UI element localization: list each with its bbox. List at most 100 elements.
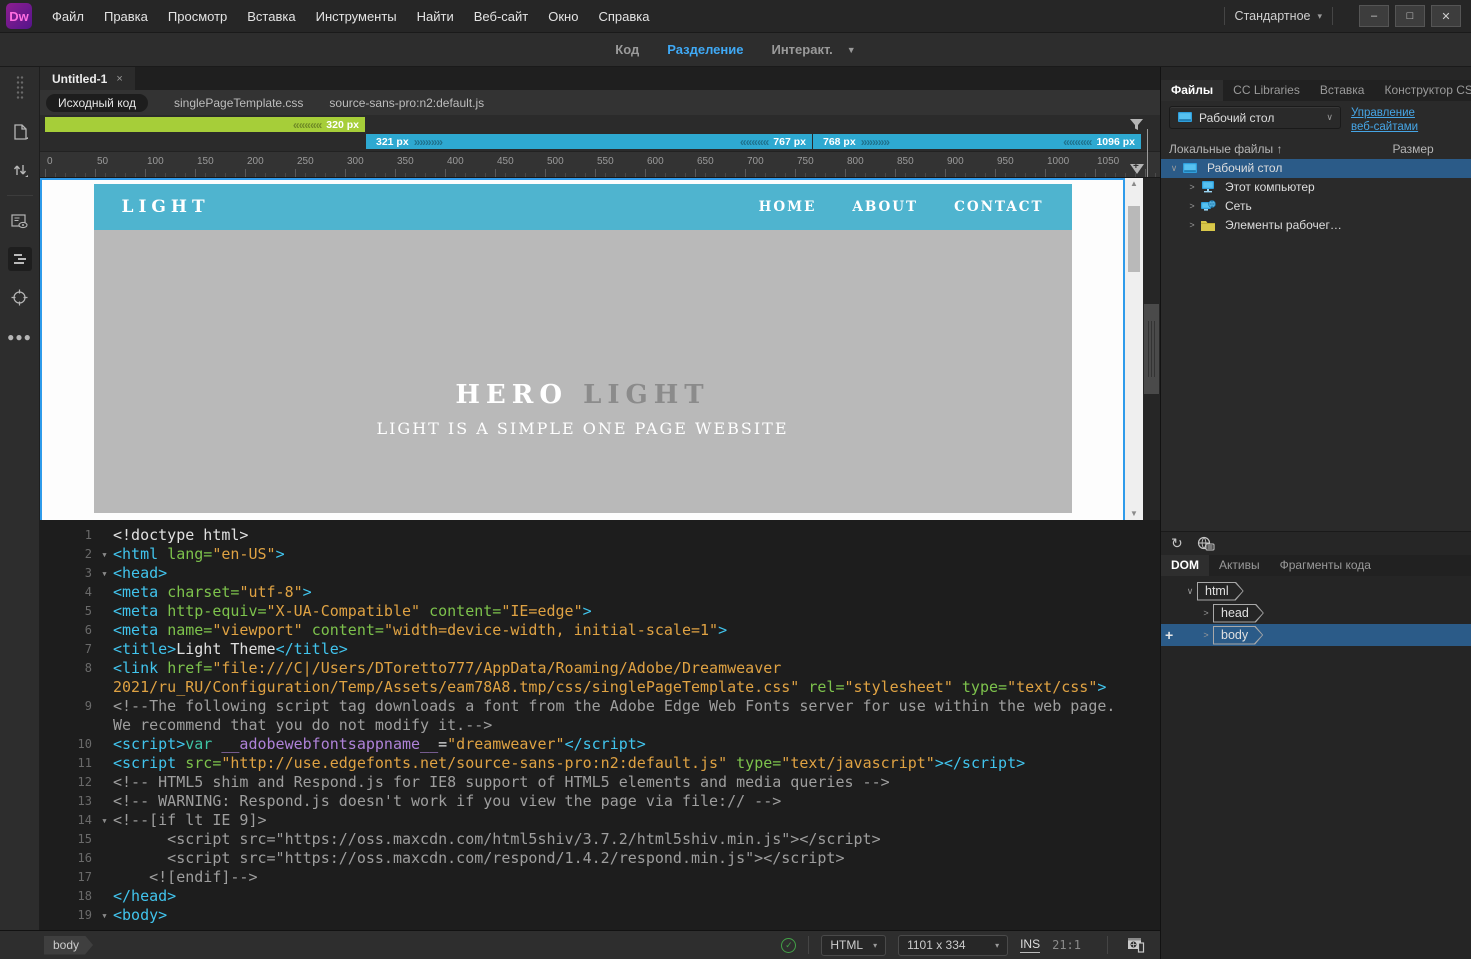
expand-arrow-icon[interactable]: > — [1199, 608, 1213, 618]
files-tree-item[interactable]: >Сеть — [1161, 197, 1471, 216]
related-file[interactable]: singlePageTemplate.css — [174, 96, 303, 110]
manage-sites-link[interactable]: Управление веб-сайтами — [1351, 106, 1418, 135]
menu-Инструменты[interactable]: Инструменты — [306, 0, 407, 33]
code-fold-icon[interactable]: ▼ — [96, 906, 113, 925]
live-code-inspect-icon[interactable] — [8, 209, 32, 233]
filter-funnel-icon[interactable] — [1129, 118, 1144, 131]
code-line[interactable]: 1<!doctype html> — [40, 526, 1160, 545]
code-line[interactable]: 16 <script src="https://oss.maxcdn.com/r… — [40, 849, 1160, 868]
site-select[interactable]: Рабочий стол ∨ — [1169, 106, 1341, 129]
open-documents-icon[interactable] — [8, 120, 32, 144]
code-fold-icon[interactable]: ▼ — [96, 545, 113, 564]
code-view[interactable]: 1<!doctype html>2▼<html lang="en-US">3▼<… — [40, 520, 1160, 930]
media-query-segment[interactable]: 321 px»»»»»«««««767 px — [366, 134, 812, 149]
design-vertical-scrollbar[interactable]: ▲ ▼ — [1125, 178, 1143, 520]
viewport-size-marker[interactable] — [1130, 164, 1144, 181]
menu-Веб-сайт[interactable]: Веб-сайт — [464, 0, 538, 33]
close-tab-icon[interactable]: × — [116, 73, 122, 85]
site-nav-link-home[interactable]: HOME — [759, 199, 817, 215]
window-size-select[interactable]: 1101 x 334 ▾ — [898, 935, 1008, 956]
collapse-arrow-icon[interactable]: ∨ — [1167, 163, 1181, 174]
site-hero[interactable]: HERO LIGHT LIGHT IS A SIMPLE ONE PAGE WE… — [94, 230, 1072, 513]
add-element-icon[interactable]: + — [1165, 627, 1173, 643]
dock-collapse-handle[interactable] — [1144, 304, 1159, 394]
code-line[interactable]: 14▼<!--[if lt IE 9]> — [40, 811, 1160, 830]
code-line[interactable]: 6<meta name="viewport" content="width=de… — [40, 621, 1160, 640]
view-mode-code[interactable]: Код — [615, 42, 639, 57]
collapse-arrow-icon[interactable]: ∨ — [1183, 586, 1197, 597]
menu-Вставка[interactable]: Вставка — [237, 0, 305, 33]
dom-tab-фрагменты-кода[interactable]: Фрагменты кода — [1270, 555, 1381, 576]
media-query-segment[interactable]: 768 px»»»»»«««««1096 px — [813, 134, 1141, 149]
expand-arrow-icon[interactable]: > — [1185, 220, 1199, 230]
menu-Окно[interactable]: Окно — [538, 0, 588, 33]
dom-tab-dom[interactable]: DOM — [1161, 555, 1209, 576]
server-files-icon[interactable] — [1197, 536, 1215, 551]
preview-in-browser-icon[interactable] — [1126, 936, 1146, 954]
code-line[interactable]: 19▼<body> — [40, 906, 1160, 925]
column-size[interactable]: Размер — [1392, 142, 1433, 156]
dom-tag-body[interactable]: body — [1213, 626, 1263, 645]
file-management-icon[interactable] — [8, 158, 32, 182]
code-line[interactable]: 18</head> — [40, 887, 1160, 906]
close-button[interactable]: ✕ — [1431, 5, 1461, 27]
code-line[interactable]: 13<!-- WARNING: Respond.js doesn't work … — [40, 792, 1160, 811]
menu-Просмотр[interactable]: Просмотр — [158, 0, 237, 33]
related-file[interactable]: Исходный код — [46, 94, 148, 112]
dom-tree-item[interactable]: >head — [1161, 602, 1471, 624]
files-tab-файлы[interactable]: Файлы — [1161, 80, 1223, 101]
view-mode-split[interactable]: Разделение — [667, 42, 743, 57]
code-line[interactable]: 17 <![endif]--> — [40, 868, 1160, 887]
doc-type-select[interactable]: HTML ▾ — [821, 935, 886, 956]
files-tree-item[interactable]: ∨Рабочий стол — [1161, 159, 1471, 178]
expand-arrow-icon[interactable]: > — [1185, 201, 1199, 211]
files-tab-вставка[interactable]: Вставка — [1310, 80, 1375, 101]
code-line[interactable]: 4<meta charset="utf-8"> — [40, 583, 1160, 602]
menu-Найти[interactable]: Найти — [407, 0, 464, 33]
code-line[interactable]: 12<!-- HTML5 shim and Respond.js for IE8… — [40, 773, 1160, 792]
files-tab-cc-libraries[interactable]: CC Libraries — [1223, 80, 1310, 101]
menu-Справка[interactable]: Справка — [588, 0, 659, 33]
code-line[interactable]: 2021/ru_RU/Configuration/Temp/Assets/eam… — [40, 678, 1160, 697]
menu-Правка[interactable]: Правка — [94, 0, 158, 33]
dom-tree-item[interactable]: ∨html — [1161, 580, 1471, 602]
code-line[interactable]: 3▼<head> — [40, 564, 1160, 583]
code-line[interactable]: 5<meta http-equiv="X-UA-Compatible" cont… — [40, 602, 1160, 621]
dom-tag-head[interactable]: head — [1213, 604, 1264, 623]
expand-arrow-icon[interactable]: > — [1199, 630, 1213, 640]
inspect-mode-icon[interactable] — [8, 285, 32, 309]
insert-mode-indicator[interactable]: INS — [1020, 937, 1040, 953]
scrollbar-thumb[interactable] — [1128, 206, 1140, 272]
menu-Файл[interactable]: Файл — [42, 0, 94, 33]
dom-tag-html[interactable]: html — [1197, 582, 1244, 601]
code-fold-icon[interactable]: ▼ — [96, 564, 113, 583]
related-file[interactable]: source-sans-pro:n2:default.js — [329, 96, 484, 110]
view-mode-live[interactable]: Интеракт. — [771, 42, 832, 57]
site-brand[interactable]: LIGHT — [122, 197, 210, 217]
code-line[interactable]: 10<script>var __adobewebfontsappname__="… — [40, 735, 1160, 754]
toolbar-grip-handle[interactable] — [16, 75, 24, 99]
dom-tree-item[interactable]: + >body — [1161, 624, 1471, 646]
expand-arrow-icon[interactable]: > — [1185, 182, 1199, 192]
chevron-down-icon[interactable]: ▼ — [847, 45, 856, 55]
code-fold-icon[interactable]: ▼ — [96, 811, 113, 830]
dom-tab-активы[interactable]: Активы — [1209, 555, 1270, 576]
scroll-down-icon[interactable]: ▼ — [1130, 508, 1138, 520]
media-query-segment[interactable]: «««««320 px — [45, 117, 365, 132]
files-tab-конструктор-css[interactable]: Конструктор CSS — [1374, 80, 1471, 101]
files-tree-item[interactable]: >Элементы рабочег… — [1161, 216, 1471, 235]
code-line[interactable]: 2▼<html lang="en-US"> — [40, 545, 1160, 564]
site-nav-link-about[interactable]: ABOUT — [852, 199, 918, 215]
workspace-switcher[interactable]: Стандартное ▾ — [1235, 9, 1322, 23]
files-tree-item[interactable]: >Этот компьютер — [1161, 178, 1471, 197]
refresh-icon[interactable]: ↻ — [1171, 535, 1183, 552]
code-line[interactable]: 9<!--The following script tag downloads … — [40, 697, 1160, 716]
tag-selector-body[interactable]: body — [44, 936, 93, 955]
maximize-button[interactable]: □ — [1395, 5, 1425, 27]
format-source-icon[interactable] — [8, 247, 32, 271]
live-view-page[interactable]: LIGHT HOMEABOUTCONTACT HERO LIGHT LIGHT … — [40, 178, 1125, 520]
code-line[interactable]: 8<link href="file:///C|/Users/DToretto77… — [40, 659, 1160, 678]
code-line[interactable]: 11<script src="http://use.edgefonts.net/… — [40, 754, 1160, 773]
code-line[interactable]: We recommend that you do not modify it.-… — [40, 716, 1160, 735]
document-tab[interactable]: Untitled-1 × — [40, 67, 135, 90]
